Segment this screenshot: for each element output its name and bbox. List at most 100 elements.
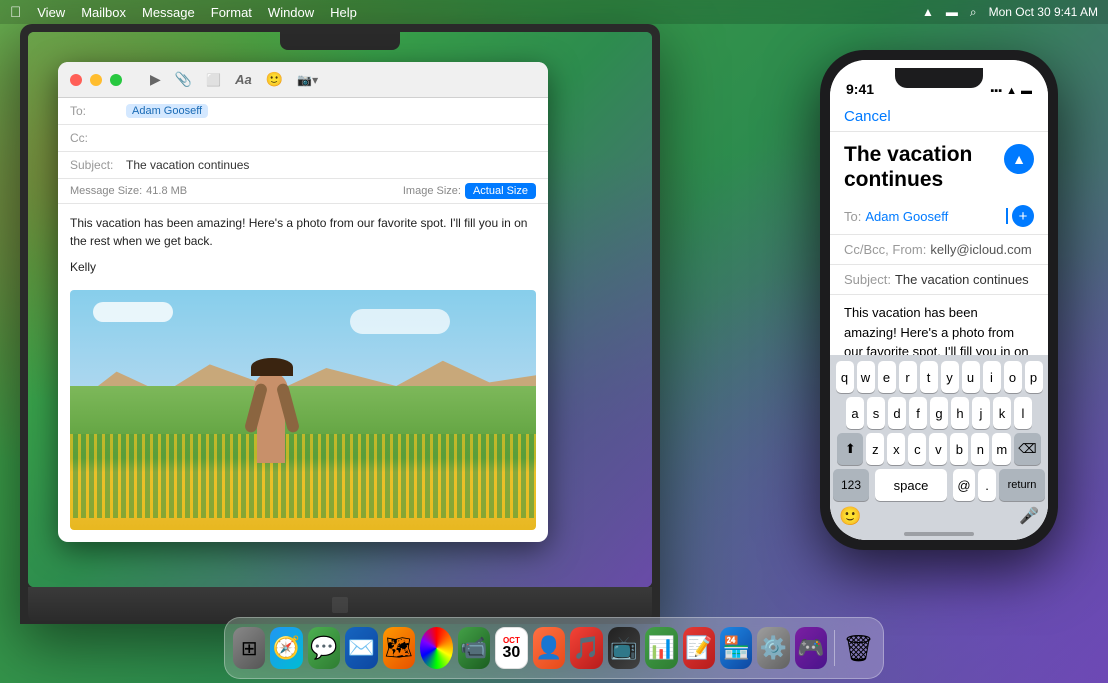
key-c[interactable]: c (908, 433, 926, 465)
close-button[interactable] (70, 74, 82, 86)
to-value[interactable]: Adam Gooseff (126, 104, 208, 118)
key-v[interactable]: v (929, 433, 947, 465)
dock-item-safari[interactable]: 🧭 (270, 627, 302, 669)
key-f[interactable]: f (909, 397, 927, 429)
window-icon[interactable]: ⬜ (206, 73, 221, 87)
dock-separator (834, 630, 835, 666)
dock-item-tv[interactable]: 📺 (608, 627, 640, 669)
dock-item-systemprefs[interactable]: ⚙️ (757, 627, 789, 669)
dock-item-maps[interactable]: 🗺 (383, 627, 415, 669)
iphone-subject-value: The vacation continues (895, 272, 1029, 287)
minimize-button[interactable] (90, 74, 102, 86)
paperclip-icon[interactable]: 📎 (175, 71, 192, 88)
key-shift[interactable]: ⬆ (837, 433, 863, 465)
iphone-to-value[interactable]: Adam Gooseff (865, 209, 1002, 224)
key-y[interactable]: y (941, 361, 959, 393)
send-icon[interactable]: ▶ (150, 71, 161, 88)
dock-item-messages[interactable]: 💬 (308, 627, 340, 669)
dock-item-contacts[interactable]: 👤 (533, 627, 565, 669)
dock: ⊞ 🧭 💬 ✉️ 🗺 📹 OCT30 👤 🎵 📺 📊 📝 🏪 ⚙️ 🎮 🗑 (224, 617, 884, 679)
key-p[interactable]: p (1025, 361, 1043, 393)
macbook-screen: ▶ 📎 ⬜ Aa 🙂 📷▾ To: Adam Gooseff Cc: (28, 32, 652, 587)
key-g[interactable]: g (930, 397, 948, 429)
key-dot[interactable]: . (978, 469, 996, 501)
keyboard: q w e r t y u i o p a s d f g (830, 355, 1048, 540)
key-x[interactable]: x (887, 433, 905, 465)
key-backspace[interactable]: ⌫ (1014, 433, 1040, 465)
subject-field[interactable]: Subject: The vacation continues (58, 152, 548, 179)
dock-item-mail[interactable]: ✉️ (345, 627, 377, 669)
key-o[interactable]: o (1004, 361, 1022, 393)
menubar-format[interactable]: Format (211, 5, 252, 20)
key-num[interactable]: 123 (833, 469, 869, 501)
key-k[interactable]: k (993, 397, 1011, 429)
message-size-row: Message Size: 41.8 MB Image Size: Actual… (58, 179, 548, 204)
maximize-button[interactable] (110, 74, 122, 86)
dock-item-numbers[interactable]: 📊 (645, 627, 677, 669)
dock-item-music[interactable]: 🎵 (570, 627, 602, 669)
key-i[interactable]: i (983, 361, 1001, 393)
iphone-ccbcc-field[interactable]: Cc/Bcc, From: kelly@icloud.com (830, 235, 1048, 265)
menubar-left:  View Mailbox Message Format Window Hel… (10, 4, 357, 21)
dock-item-photos[interactable] (420, 627, 452, 669)
wifi-status-icon: ▲ (1006, 85, 1017, 97)
mic-icon[interactable]: 🎤 (1019, 506, 1039, 527)
key-r[interactable]: r (899, 361, 917, 393)
key-w[interactable]: w (857, 361, 875, 393)
format-text-icon[interactable]: Aa (235, 72, 252, 87)
keyboard-row-1: q w e r t y u i o p (833, 361, 1045, 393)
dock-item-calendar[interactable]: OCT30 (495, 627, 528, 669)
iphone-to-label: To: (844, 209, 861, 224)
key-z[interactable]: z (866, 433, 884, 465)
key-space[interactable]: space (875, 469, 947, 501)
key-u[interactable]: u (962, 361, 980, 393)
dock-item-gamecontroller[interactable]: 🎮 (795, 627, 827, 669)
key-b[interactable]: b (950, 433, 968, 465)
key-q[interactable]: q (836, 361, 854, 393)
iphone-subject-field[interactable]: Subject: The vacation continues (830, 265, 1048, 295)
wifi-icon: ▲ (922, 5, 934, 19)
emoji-keyboard-icon[interactable]: 🙂 (839, 506, 861, 527)
battery-icon: ▬ (946, 5, 958, 19)
actual-size-button[interactable]: Actual Size (465, 183, 536, 199)
key-d[interactable]: d (888, 397, 906, 429)
key-j[interactable]: j (972, 397, 990, 429)
key-return[interactable]: return (999, 469, 1045, 501)
iphone-to-field[interactable]: To: Adam Gooseff + (830, 198, 1048, 235)
menubar-mailbox[interactable]: Mailbox (81, 5, 126, 20)
dock-item-facetime[interactable]: 📹 (458, 627, 490, 669)
dock-item-keynote[interactable]: 📝 (683, 627, 715, 669)
to-field[interactable]: To: Adam Gooseff (58, 98, 548, 125)
key-t[interactable]: t (920, 361, 938, 393)
key-at[interactable]: @ (953, 469, 975, 501)
battery-status-icon: ▬ (1021, 85, 1032, 97)
dock-item-appstore[interactable]: 🏪 (720, 627, 752, 669)
key-n[interactable]: n (971, 433, 989, 465)
key-a[interactable]: a (846, 397, 864, 429)
dock-item-launchpad[interactable]: ⊞ (233, 627, 265, 669)
dock-item-trash[interactable]: 🗑 (842, 627, 875, 669)
key-e[interactable]: e (878, 361, 896, 393)
apple-menu[interactable]:  (10, 4, 21, 21)
key-l[interactable]: l (1014, 397, 1032, 429)
menubar-view[interactable]: View (37, 5, 65, 20)
menubar-help[interactable]: Help (330, 5, 357, 20)
photo-attach-icon[interactable]: 📷▾ (297, 73, 318, 87)
iphone-send-button[interactable]: ▲ (1004, 144, 1034, 174)
menubar-message[interactable]: Message (142, 5, 195, 20)
iphone-subject-label: Subject: (844, 272, 891, 287)
menubar-window[interactable]: Window (268, 5, 314, 20)
search-icon[interactable]: ⌕ (970, 5, 977, 20)
cc-field[interactable]: Cc: (58, 125, 548, 152)
iphone-compose-header: Cancel (830, 102, 1048, 132)
emoji-icon[interactable]: 🙂 (266, 71, 283, 88)
key-m[interactable]: m (992, 433, 1011, 465)
iphone-subject-row: The vacation continues ▲ (830, 132, 1048, 198)
key-s[interactable]: s (867, 397, 885, 429)
macbook-logo (332, 597, 348, 613)
compose-body-text[interactable]: This vacation has been amazing! Here's a… (58, 204, 548, 286)
add-contact-button[interactable]: + (1012, 205, 1034, 227)
attached-photo (70, 290, 536, 530)
key-h[interactable]: h (951, 397, 969, 429)
cancel-button[interactable]: Cancel (844, 108, 891, 125)
